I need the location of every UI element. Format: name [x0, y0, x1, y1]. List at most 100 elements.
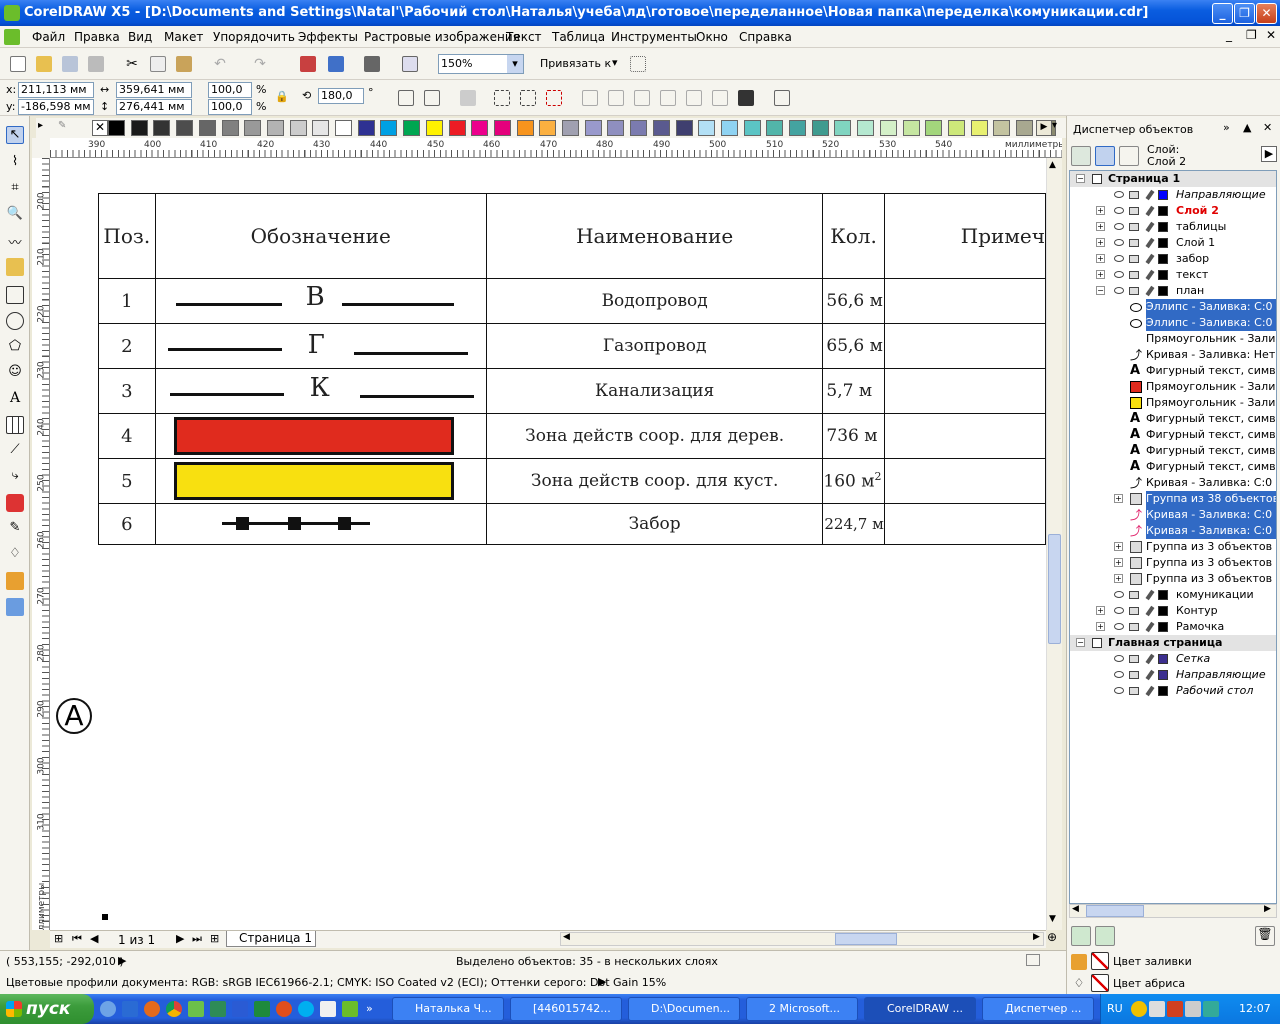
- color-swatch[interactable]: [244, 120, 262, 136]
- color-swatch[interactable]: [720, 120, 738, 136]
- new-layer-icon[interactable]: [1071, 926, 1091, 946]
- tree-item[interactable]: + Группа из 3 объектов - За: [1070, 555, 1276, 571]
- color-swatch[interactable]: [630, 120, 648, 136]
- tree-item[interactable]: + таблицы: [1070, 219, 1276, 235]
- visibility-eye-icon[interactable]: [1114, 687, 1124, 694]
- menu-edit[interactable]: Правка: [74, 30, 120, 44]
- tree-item[interactable]: + Контур: [1070, 603, 1276, 619]
- layer-color-icon[interactable]: [1158, 654, 1168, 664]
- color-swatch[interactable]: [584, 120, 602, 136]
- task-firefox[interactable]: Наталька Ч...: [392, 997, 504, 1021]
- snap-dropdown-icon[interactable]: ▾: [612, 56, 618, 69]
- front-minus-back-icon[interactable]: [712, 90, 728, 106]
- cut-icon[interactable]: ✂: [124, 56, 140, 72]
- object-tree[interactable]: − Страница 1 Направляющие + Слой 2 + таблицы + С…: [1069, 170, 1277, 904]
- expand-icon[interactable]: +: [1096, 622, 1105, 631]
- tree-item[interactable]: A Фигурный текст, символо: [1070, 427, 1276, 443]
- maximize-button[interactable]: ❐: [1234, 3, 1255, 24]
- new-master-layer-icon[interactable]: [1095, 926, 1115, 946]
- menu-text[interactable]: Текст: [506, 30, 542, 44]
- vertical-scroll-thumb[interactable]: [1048, 534, 1061, 644]
- outline-tool-icon[interactable]: ♢: [6, 546, 24, 564]
- tree-item[interactable]: ⤴ Кривая - Заливка: C:0 M:: [1070, 507, 1276, 523]
- tree-item[interactable]: A Фигурный текст, символо: [1070, 443, 1276, 459]
- color-profiles-text[interactable]: Цветовые профили документа: RGB: sRGB IE…: [6, 976, 666, 989]
- a-circle-symbol[interactable]: A: [56, 698, 92, 734]
- group-icon[interactable]: [494, 90, 510, 106]
- word-quicklaunch-icon[interactable]: [232, 1001, 248, 1017]
- skype-quicklaunch-icon[interactable]: [298, 1001, 314, 1017]
- crop-tool-icon[interactable]: ⌗: [6, 180, 24, 198]
- tray-icon[interactable]: [1149, 1001, 1165, 1017]
- color-swatch[interactable]: [652, 120, 670, 136]
- printable-icon[interactable]: [1129, 207, 1139, 215]
- expand-icon[interactable]: +: [1096, 206, 1105, 215]
- new-document-icon[interactable]: [10, 56, 26, 72]
- collapse-icon[interactable]: −: [1096, 286, 1105, 295]
- fill-tool-icon[interactable]: [6, 572, 24, 590]
- editable-pencil-icon[interactable]: [1145, 685, 1155, 697]
- color-swatch[interactable]: [857, 120, 875, 136]
- doc-close-button[interactable]: ✕: [1266, 28, 1276, 42]
- profiles-arrow-icon[interactable]: ▶: [598, 975, 606, 988]
- tree-item[interactable]: комуникации: [1070, 587, 1276, 603]
- menu-help[interactable]: Справка: [739, 30, 792, 44]
- tree-scroll-left-icon[interactable]: ◀: [1072, 904, 1079, 914]
- layer-color-icon[interactable]: [1158, 206, 1168, 216]
- pick-tool-icon[interactable]: ↖: [6, 126, 24, 144]
- visibility-eye-icon[interactable]: [1114, 191, 1124, 198]
- tree-item[interactable]: − план: [1070, 283, 1276, 299]
- editable-pencil-icon[interactable]: [1145, 621, 1155, 633]
- chrome-quicklaunch-icon[interactable]: [166, 1001, 182, 1017]
- expand-icon[interactable]: +: [1114, 558, 1123, 567]
- color-swatch[interactable]: [403, 120, 421, 136]
- docker-expand-icon[interactable]: »: [1223, 121, 1230, 134]
- prev-page-icon[interactable]: ◀: [90, 932, 98, 945]
- editable-pencil-icon[interactable]: [1145, 605, 1155, 617]
- tree-item[interactable]: Прямоугольник - Заливка: [1070, 331, 1276, 347]
- lock-ratio-icon[interactable]: 🔒: [274, 90, 290, 106]
- quicklaunch-icon-3[interactable]: [210, 1001, 226, 1017]
- editable-pencil-icon[interactable]: [1145, 285, 1155, 297]
- tree-item[interactable]: + текст: [1070, 267, 1276, 283]
- printable-icon[interactable]: [1129, 591, 1139, 599]
- docker-close-icon[interactable]: ✕: [1263, 121, 1272, 134]
- visibility-eye-icon[interactable]: [1114, 239, 1124, 246]
- color-swatch[interactable]: [266, 120, 284, 136]
- network-icon[interactable]: [1203, 1001, 1219, 1017]
- application-launcher-icon[interactable]: [364, 56, 380, 72]
- tree-item[interactable]: ⤴ Кривая - Заливка: C:0 M:: [1070, 523, 1276, 539]
- import-icon[interactable]: [300, 56, 316, 72]
- tree-scroll-right-icon[interactable]: ▶: [1264, 904, 1271, 914]
- color-swatch[interactable]: [448, 120, 466, 136]
- rectangle-tool-icon[interactable]: [6, 286, 24, 304]
- page-tab[interactable]: Страница 1: [226, 931, 316, 947]
- add-page-after-icon[interactable]: ⊞: [210, 932, 219, 945]
- quicklaunch-icon[interactable]: [122, 1001, 138, 1017]
- printable-icon[interactable]: [1129, 287, 1139, 295]
- width-field[interactable]: 359,641 мм: [116, 82, 192, 98]
- color-swatch[interactable]: [562, 120, 579, 136]
- ungroup-all-icon[interactable]: [546, 90, 562, 106]
- visibility-eye-icon[interactable]: [1114, 607, 1124, 614]
- tree-item[interactable]: + Группа из 3 объектов - За: [1070, 571, 1276, 587]
- color-swatch[interactable]: [493, 120, 511, 136]
- expand-icon[interactable]: +: [1096, 222, 1105, 231]
- height-field[interactable]: 276,441 мм: [116, 99, 192, 115]
- layer-color-icon[interactable]: [1158, 670, 1168, 680]
- task-manager[interactable]: Диспетчер ...: [982, 997, 1094, 1021]
- scale-x-field[interactable]: 100,0: [208, 82, 252, 98]
- menu-effects[interactable]: Эффекты: [298, 30, 358, 44]
- color-swatch[interactable]: [176, 120, 194, 136]
- color-swatch[interactable]: [471, 120, 489, 136]
- language-indicator[interactable]: RU: [1107, 1002, 1123, 1015]
- tree-item[interactable]: Прямоугольник - Заливка: [1070, 379, 1276, 395]
- editable-pencil-icon[interactable]: [1145, 669, 1155, 681]
- basic-shapes-tool-icon[interactable]: ☺: [6, 364, 24, 382]
- printable-icon[interactable]: [1129, 623, 1139, 631]
- color-swatch[interactable]: [221, 120, 239, 136]
- layer-color-icon[interactable]: [1158, 190, 1168, 200]
- visibility-eye-icon[interactable]: [1114, 655, 1124, 662]
- first-page-icon[interactable]: ⏮: [72, 932, 82, 946]
- mirror-vertical-icon[interactable]: [424, 90, 440, 106]
